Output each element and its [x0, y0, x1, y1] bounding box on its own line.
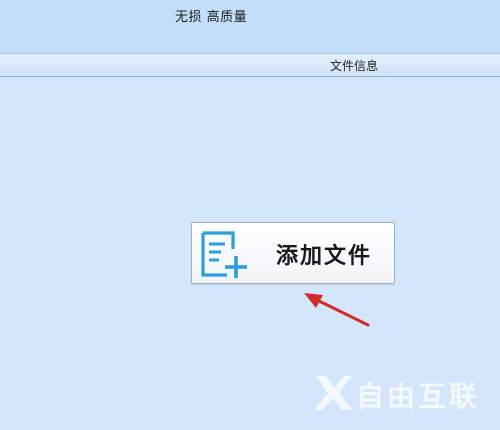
- add-file-button[interactable]: 添加文件: [191, 222, 395, 284]
- watermark: 自由互联: [312, 368, 492, 418]
- watermark-x-logo-icon: [314, 376, 352, 410]
- red-arrow-annotation: [304, 293, 370, 327]
- quality-option-text[interactable]: 无损 高质量: [175, 6, 247, 25]
- app-window: 无损 高质量 文件信息 添加文件 自由互联: [0, 0, 500, 430]
- column-header-file-info[interactable]: 文件信息: [330, 57, 378, 74]
- file-list-header: 文件信息: [0, 53, 500, 77]
- add-file-label: 添加文件: [276, 243, 373, 269]
- add-file-icon: [201, 231, 247, 278]
- options-bar: 无损 高质量: [0, 0, 500, 53]
- watermark-text: 自由互联: [356, 380, 481, 413]
